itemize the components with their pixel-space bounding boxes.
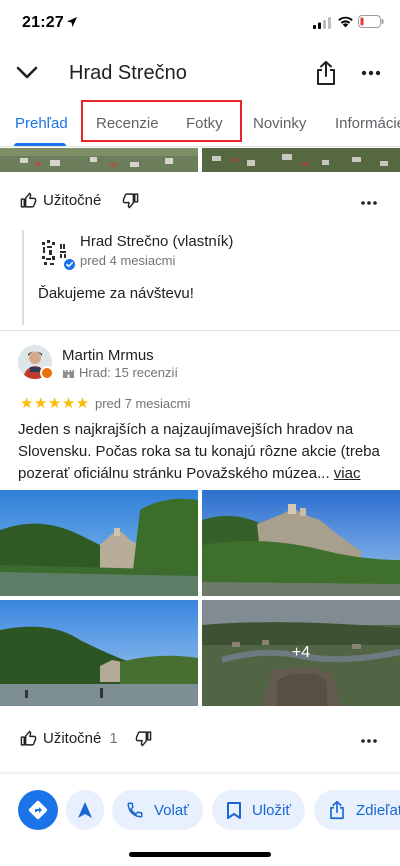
owner-name[interactable]: Hrad Strečno (vlastník): [80, 233, 233, 250]
wifi-icon: [337, 15, 354, 33]
star-rating: ★★★★★: [20, 395, 90, 412]
share-icon: [330, 800, 344, 820]
helpful-label: Užitočné: [43, 730, 102, 747]
helpful-button[interactable]: Užitočné 1: [20, 730, 118, 747]
battery-low-icon: [358, 15, 384, 33]
reviews-content: Užitočné Hrad Strečno (vlastník) pred 4 …: [0, 148, 400, 774]
navigation-arrow-icon: [78, 802, 92, 818]
tab-prehlad[interactable]: Prehľad: [15, 115, 68, 132]
directions-icon: [28, 800, 48, 820]
start-navigation-button[interactable]: [66, 790, 104, 830]
thumb-down-icon[interactable]: [135, 730, 152, 752]
review-photo[interactable]: +4: [202, 600, 400, 706]
castle-icon: [63, 370, 74, 378]
thumb-down-icon[interactable]: [122, 192, 139, 214]
share-label: Zdieľať: [356, 801, 400, 819]
review-photo[interactable]: [0, 600, 198, 706]
review-photo[interactable]: [0, 148, 198, 172]
bookmark-icon: [227, 801, 241, 819]
extra-photos-count: +4: [291, 644, 311, 661]
local-guide-badge: [40, 366, 54, 380]
active-tab-indicator: [14, 143, 66, 146]
owner-reply-text: Ďakujeme za návštevu!: [38, 285, 194, 302]
directions-button[interactable]: [18, 790, 58, 830]
helpful-button[interactable]: Užitočné: [20, 192, 101, 209]
place-header: Hrad Strečno: [0, 50, 400, 96]
review-divider: [0, 330, 400, 331]
highlight-box: [81, 100, 242, 142]
call-button[interactable]: Volať: [112, 790, 203, 830]
save-button[interactable]: Uložiť: [212, 790, 305, 830]
more-photos-overlay[interactable]: +4: [202, 600, 400, 706]
read-more-link[interactable]: viac: [334, 465, 361, 482]
review-photo[interactable]: [202, 148, 400, 172]
tab-novinky[interactable]: Novinky: [253, 115, 306, 132]
more-horizontal-icon[interactable]: [360, 62, 386, 86]
review-date: pred 7 mesiacmi: [95, 396, 191, 411]
more-horizontal-icon[interactable]: [360, 732, 378, 750]
review-actions: Užitočné 1: [0, 726, 400, 756]
location-arrow-icon: [66, 15, 78, 33]
helpful-count: 1: [109, 730, 118, 747]
review-text: Jeden s najkrajších a najzaujímavejších …: [18, 419, 383, 485]
review-photo[interactable]: [0, 490, 198, 596]
thumb-up-icon: [20, 730, 37, 746]
status-time: 21:27: [22, 14, 64, 31]
tab-informacie[interactable]: Informácie: [335, 115, 400, 132]
review-photo[interactable]: [202, 490, 400, 596]
review-actions: Užitočné: [0, 188, 400, 218]
phone-icon: [127, 802, 143, 818]
owner-reply: Hrad Strečno (vlastník) pred 4 mesiacmi …: [22, 230, 382, 325]
share-icon[interactable]: [314, 60, 340, 88]
helpful-label: Užitočné: [43, 192, 102, 209]
call-label: Volať: [154, 801, 189, 819]
owner-reply-date: pred 4 mesiacmi: [80, 253, 176, 268]
review-body: Jeden s najkrajších a najzaujímavejších …: [18, 421, 380, 482]
verified-icon: [63, 258, 76, 276]
chevron-down-icon[interactable]: [14, 60, 40, 86]
save-label: Uložiť: [252, 801, 291, 819]
thumb-up-icon: [20, 192, 37, 208]
place-title: Hrad Strečno: [69, 62, 187, 84]
more-horizontal-icon[interactable]: [360, 194, 378, 212]
share-button[interactable]: Zdieľať: [314, 790, 400, 830]
signal-icon: [313, 16, 331, 34]
status-bar: 21:27: [0, 0, 400, 46]
reviewer-meta: Hrad: 15 recenzií: [62, 365, 178, 380]
reviewer-review-count: Hrad: 15 recenzií: [79, 365, 178, 380]
home-indicator: [129, 852, 271, 857]
reviewer-name[interactable]: Martin Mrmus: [62, 347, 154, 364]
